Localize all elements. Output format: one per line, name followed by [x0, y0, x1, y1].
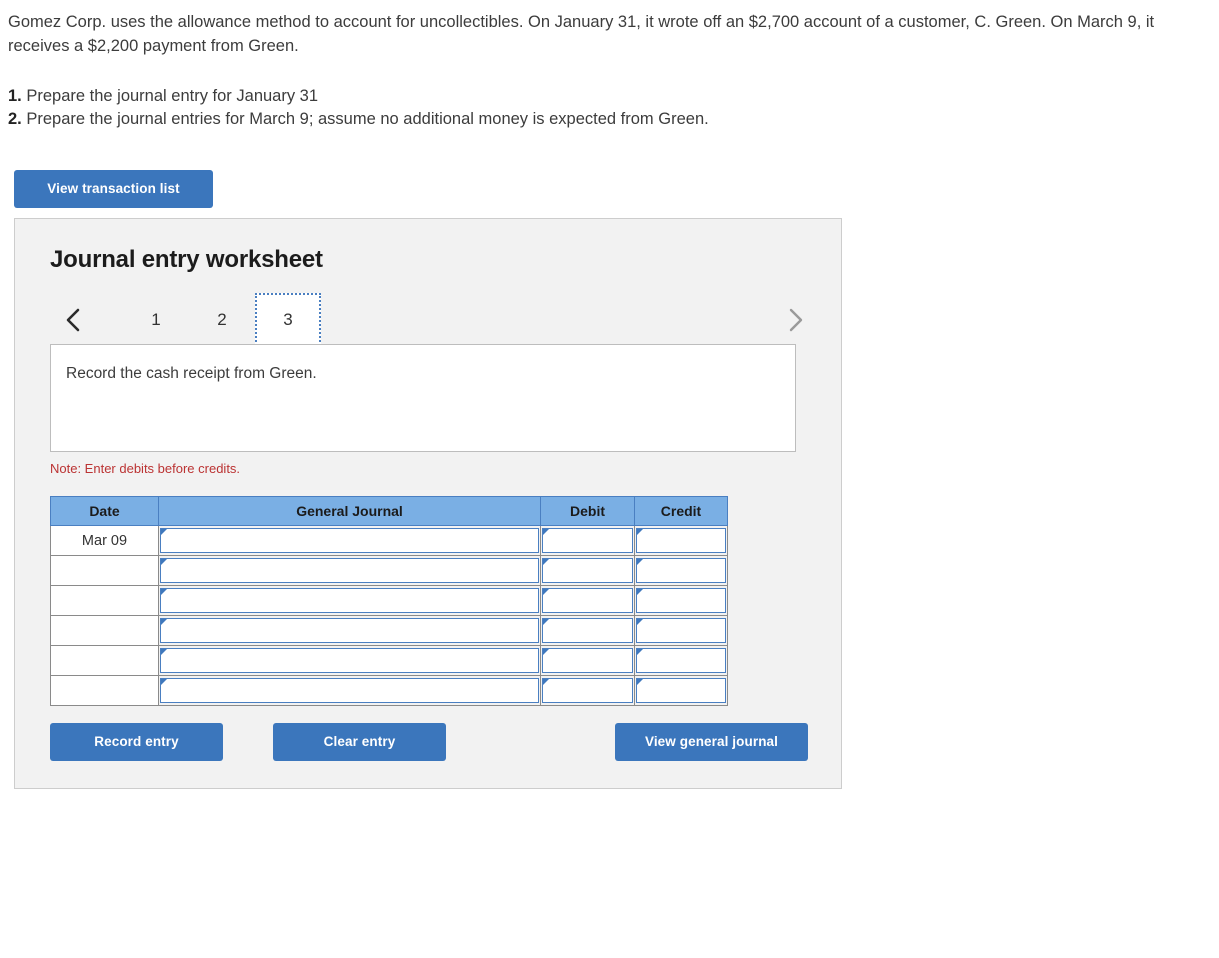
- debit-input[interactable]: [540, 525, 635, 556]
- dropdown-triangle-icon: [543, 529, 549, 535]
- journal-entry-worksheet-panel: Journal entry worksheet 1 2 3 Record the…: [14, 218, 842, 789]
- dropdown-triangle-icon: [161, 619, 167, 625]
- dropdown-triangle-icon: [543, 679, 549, 685]
- worksheet-pager: 1 2 3: [48, 293, 808, 346]
- view-general-journal-button[interactable]: View general journal: [615, 723, 808, 761]
- credit-input[interactable]: [634, 615, 728, 646]
- general-journal-input[interactable]: [158, 615, 541, 646]
- dropdown-triangle-icon: [161, 649, 167, 655]
- debit-input[interactable]: [540, 555, 635, 586]
- general-journal-input[interactable]: [158, 675, 541, 706]
- table-row: [50, 645, 728, 676]
- column-header-credit: Credit: [634, 496, 728, 526]
- chevron-right-icon[interactable]: [778, 293, 812, 346]
- table-row: [50, 555, 728, 586]
- problem-step-1: 1. Prepare the journal entry for January…: [8, 85, 1108, 108]
- step-1-number: 1.: [8, 87, 22, 105]
- dropdown-triangle-icon: [161, 589, 167, 595]
- pager-tab-3-label: 3: [283, 309, 293, 329]
- dropdown-triangle-icon: [637, 529, 643, 535]
- credit-input[interactable]: [634, 645, 728, 676]
- table-row: [50, 615, 728, 646]
- table-row: Mar 09: [50, 525, 728, 556]
- clear-entry-button[interactable]: Clear entry: [273, 723, 446, 761]
- dropdown-triangle-icon: [543, 649, 549, 655]
- column-header-general-journal: General Journal: [158, 496, 541, 526]
- column-header-date: Date: [50, 496, 159, 526]
- dropdown-triangle-icon: [637, 649, 643, 655]
- dropdown-triangle-icon: [543, 559, 549, 565]
- problem-steps: 1. Prepare the journal entry for January…: [8, 85, 1108, 131]
- pager-tab-1-label: 1: [151, 309, 161, 329]
- credit-input[interactable]: [634, 675, 728, 706]
- pager-tab-2-label: 2: [217, 309, 227, 329]
- worksheet-title: Journal entry worksheet: [50, 246, 323, 273]
- dropdown-triangle-icon: [543, 619, 549, 625]
- table-row: [50, 675, 728, 706]
- dropdown-triangle-icon: [637, 679, 643, 685]
- dropdown-triangle-icon: [543, 589, 549, 595]
- chevron-left-icon[interactable]: [56, 293, 90, 346]
- credit-input[interactable]: [634, 555, 728, 586]
- transaction-description-text: Record the cash receipt from Green.: [66, 365, 317, 382]
- debit-input[interactable]: [540, 585, 635, 616]
- column-header-debit: Debit: [540, 496, 635, 526]
- general-journal-input[interactable]: [158, 525, 541, 556]
- transaction-description-box: Record the cash receipt from Green.: [50, 344, 796, 452]
- dropdown-triangle-icon: [637, 619, 643, 625]
- pager-tab-2[interactable]: 2: [189, 293, 255, 346]
- debit-input[interactable]: [540, 615, 635, 646]
- table-header-row: Date General Journal Debit Credit: [50, 496, 728, 526]
- date-cell[interactable]: [50, 645, 159, 676]
- step-2-number: 2.: [8, 110, 22, 128]
- general-journal-input[interactable]: [158, 585, 541, 616]
- view-transaction-list-button[interactable]: View transaction list: [14, 170, 213, 208]
- table-row: [50, 585, 728, 616]
- problem-statement: Gomez Corp. uses the allowance method to…: [8, 13, 1155, 55]
- pager-tab-3[interactable]: 3: [255, 293, 321, 346]
- debits-before-credits-note: Note: Enter debits before credits.: [50, 461, 241, 476]
- dropdown-triangle-icon: [161, 679, 167, 685]
- dropdown-triangle-icon: [161, 529, 167, 535]
- general-journal-input[interactable]: [158, 645, 541, 676]
- problem-step-2: 2. Prepare the journal entries for March…: [8, 108, 1108, 131]
- dropdown-triangle-icon: [637, 559, 643, 565]
- date-cell[interactable]: Mar 09: [50, 525, 159, 556]
- general-journal-input[interactable]: [158, 555, 541, 586]
- dropdown-triangle-icon: [161, 559, 167, 565]
- credit-input[interactable]: [634, 585, 728, 616]
- date-cell[interactable]: [50, 615, 159, 646]
- step-1-text: Prepare the journal entry for January 31: [26, 87, 319, 105]
- pager-tab-1[interactable]: 1: [123, 293, 189, 346]
- date-cell[interactable]: [50, 585, 159, 616]
- debit-input[interactable]: [540, 645, 635, 676]
- dropdown-triangle-icon: [637, 589, 643, 595]
- record-entry-button[interactable]: Record entry: [50, 723, 223, 761]
- date-cell[interactable]: [50, 675, 159, 706]
- credit-input[interactable]: [634, 525, 728, 556]
- journal-entry-table: Date General Journal Debit Credit Mar 09: [50, 496, 728, 706]
- debit-input[interactable]: [540, 675, 635, 706]
- step-2-text: Prepare the journal entries for March 9;…: [26, 110, 709, 128]
- date-cell[interactable]: [50, 555, 159, 586]
